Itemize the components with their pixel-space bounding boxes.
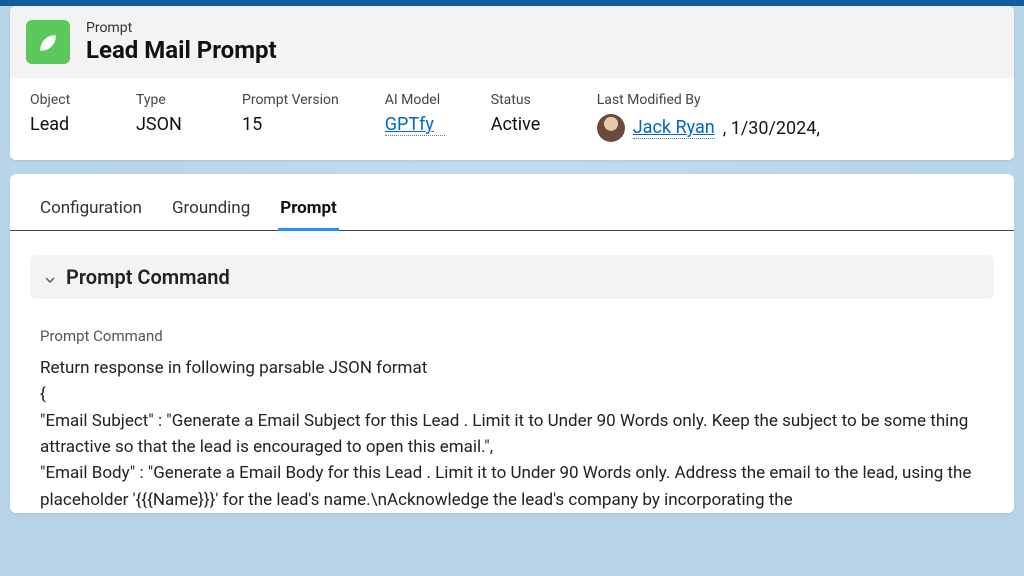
record-header-top: Prompt Lead Mail Prompt <box>10 6 1014 78</box>
field-label-prompt-command: Prompt Command <box>40 327 984 345</box>
meta-type-label: Type <box>136 92 196 108</box>
tab-prompt[interactable]: Prompt <box>278 190 339 231</box>
meta-version-value: 15 <box>242 114 339 135</box>
record-meta-row: Object Lead Type JSON Prompt Version 15 … <box>10 78 1014 160</box>
meta-model-link[interactable]: GPTfy <box>385 114 445 136</box>
meta-type-value: JSON <box>136 114 196 135</box>
meta-object-value: Lead <box>30 114 90 135</box>
section-title: Prompt Command <box>66 265 230 289</box>
section-header-prompt-command[interactable]: Prompt Command <box>30 255 994 299</box>
detail-card: Configuration Grounding Prompt Prompt Co… <box>10 174 1014 513</box>
tab-configuration[interactable]: Configuration <box>38 190 144 231</box>
record-title: Lead Mail Prompt <box>86 36 277 64</box>
meta-modified-value: Jack Ryan , 1/30/2024, <box>597 114 994 142</box>
meta-modified-label: Last Modified By <box>597 92 994 108</box>
modified-by-user-link[interactable]: Jack Ryan <box>633 117 715 139</box>
prompt-command-text: Return response in following parsable JS… <box>40 355 984 513</box>
meta-object-label: Object <box>30 92 90 108</box>
leaf-icon <box>26 20 70 64</box>
modified-date: , 1/30/2024, <box>723 118 820 139</box>
tab-grounding[interactable]: Grounding <box>170 190 252 231</box>
record-eyebrow: Prompt <box>86 20 277 36</box>
chevron-down-icon <box>42 269 58 285</box>
meta-version-label: Prompt Version <box>242 92 339 108</box>
meta-status-value: Active <box>491 114 551 135</box>
tab-bar: Configuration Grounding Prompt <box>10 174 1014 231</box>
record-header-card: Prompt Lead Mail Prompt Object Lead Type… <box>10 6 1014 160</box>
meta-model-label: AI Model <box>385 92 445 108</box>
avatar <box>597 114 625 142</box>
status-text: Active <box>491 114 541 135</box>
meta-status-label: Status <box>491 92 551 108</box>
